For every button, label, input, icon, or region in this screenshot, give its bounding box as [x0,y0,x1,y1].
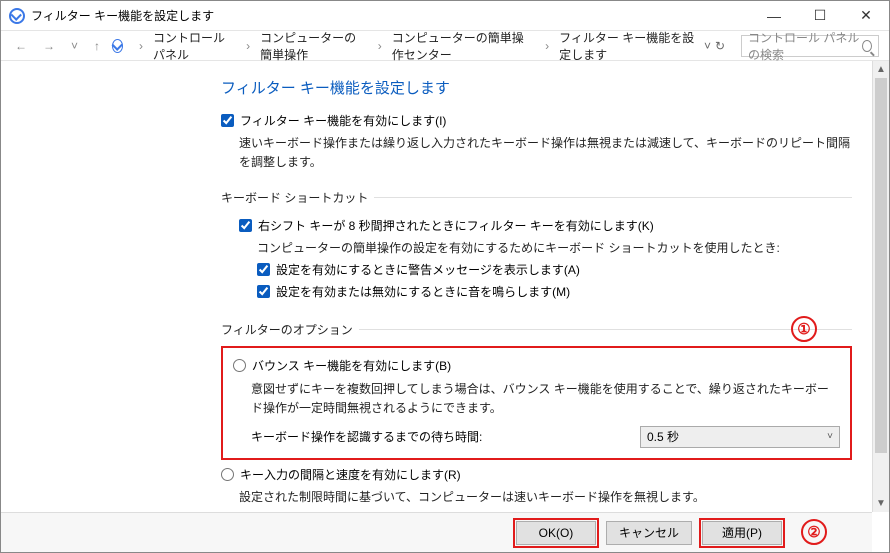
ok-button-label: OK(O) [539,526,574,540]
wait-time-value: 0.5 秒 [647,428,679,445]
window-title: フィルター キー機能を設定します [31,7,751,24]
warn-message-checkbox[interactable] [257,263,270,276]
apply-button[interactable]: 適用(P) [702,521,782,545]
bounce-key-radio[interactable] [233,359,246,372]
scroll-thumb[interactable] [875,78,887,453]
repeat-rate-label: キー入力の間隔と速度を有効にします(R) [240,466,461,485]
bounce-key-outline: バウンス キー機能を有効にします(B) 意図せずにキーを複数回押してしまう場合は… [221,346,852,460]
forward-button[interactable]: → [39,39,59,53]
shortcut-desc: コンピューターの簡単操作の設定を有効にするためにキーボード ショートカットを使用… [257,239,852,258]
chevron-down-icon: ˅ [827,431,833,442]
sound-toggle-checkbox[interactable] [257,285,270,298]
apply-button-label: 適用(P) [722,524,762,541]
enable-filter-label: フィルター キー機能を有効にします(I) [240,112,446,131]
wait-time-label: キーボード操作を認識するまでの待ち時間: [251,428,482,445]
breadcrumb-item[interactable]: コンピューターの簡単操作 [260,29,368,63]
minimize-button[interactable]: — [751,1,797,31]
keyboard-shortcut-group: キーボード ショートカット 右シフト キーが 8 秒間押されたときにフィルター … [221,189,852,306]
window-controls: — ☐ ✕ [751,1,889,31]
cancel-button-label: キャンセル [619,524,679,541]
breadcrumb-item[interactable]: フィルター キー機能を設定します [559,29,696,63]
breadcrumb-item[interactable]: コントロール パネル [153,29,236,63]
warn-message-label: 設定を有効にするときに警告メッセージを表示します(A) [276,261,580,280]
bounce-key-desc: 意図せずにキーを複数回押してしまう場合は、バウンス キー機能を使用することで、繰… [251,380,840,418]
page-title: フィルター キー機能を設定します [221,77,852,98]
chevron-right-icon: › [376,39,384,53]
address-bar: ← → ˅ ↑ › コントロール パネル › コンピューターの簡単操作 › コン… [1,31,889,61]
bounce-key-label: バウンス キー機能を有効にします(B) [252,357,451,376]
app-icon [9,8,25,24]
back-button[interactable]: ← [11,39,31,53]
scroll-down-icon[interactable]: ▼ [873,495,889,512]
scroll-up-icon[interactable]: ▲ [873,61,889,78]
search-input[interactable]: コントロール パネルの検索 [741,35,879,57]
up-button[interactable]: ˅ [67,39,82,53]
refresh-icon[interactable]: ↻ [715,39,725,53]
breadcrumb-item[interactable]: コンピューターの簡単操作センター [392,29,535,63]
path-icon [112,39,123,53]
title-bar: フィルター キー機能を設定します — ☐ ✕ [1,1,889,31]
annotation-1: ① [791,316,817,342]
close-button[interactable]: ✕ [843,1,889,31]
repeat-rate-desc: 設定された制限時間に基づいて、コンピューターは速いキーボード操作を無視します。 [239,488,852,507]
search-icon [862,40,872,52]
cancel-button[interactable]: キャンセル [606,521,692,545]
chevron-down-icon[interactable]: ˅ [704,39,711,53]
ok-button[interactable]: OK(O) [516,521,596,545]
filter-options-group: フィルターのオプション バウンス キー機能を有効にします(B) 意図せずにキーを… [221,321,852,512]
repeat-rate-radio[interactable] [221,468,234,481]
filter-options-legend: フィルターのオプション [221,321,359,338]
enable-filter-checkbox[interactable] [221,114,234,127]
scroll-region: フィルター キー機能を設定します フィルター キー機能を有効にします(I) 速い… [1,61,872,512]
enable-filter-desc: 速いキーボード操作または繰り返し入力されたキーボード操作は無視または減速して、キ… [239,134,852,172]
wait-time-select[interactable]: 0.5 秒 ˅ [640,426,840,448]
dialog-footer: OK(O) キャンセル 適用(P) ② [1,512,872,552]
sound-toggle-label: 設定を有効または無効にするときに音を鳴らします(M) [276,283,570,302]
chevron-right-icon: › [137,39,145,53]
maximize-button[interactable]: ☐ [797,1,843,31]
content-area: フィルター キー機能を設定します フィルター キー機能を有効にします(I) 速い… [1,61,889,512]
vertical-scrollbar[interactable]: ▲ ▼ [872,61,889,512]
chevron-right-icon: › [543,39,551,53]
annotation-2: ② [801,519,827,545]
shift8s-checkbox[interactable] [239,219,252,232]
history-button[interactable]: ↑ [90,39,104,53]
search-placeholder: コントロール パネルの検索 [748,29,862,63]
chevron-right-icon: › [244,39,252,53]
shift8s-label: 右シフト キーが 8 秒間押されたときにフィルター キーを有効にします(K) [258,217,654,236]
keyboard-shortcut-legend: キーボード ショートカット [221,189,374,206]
